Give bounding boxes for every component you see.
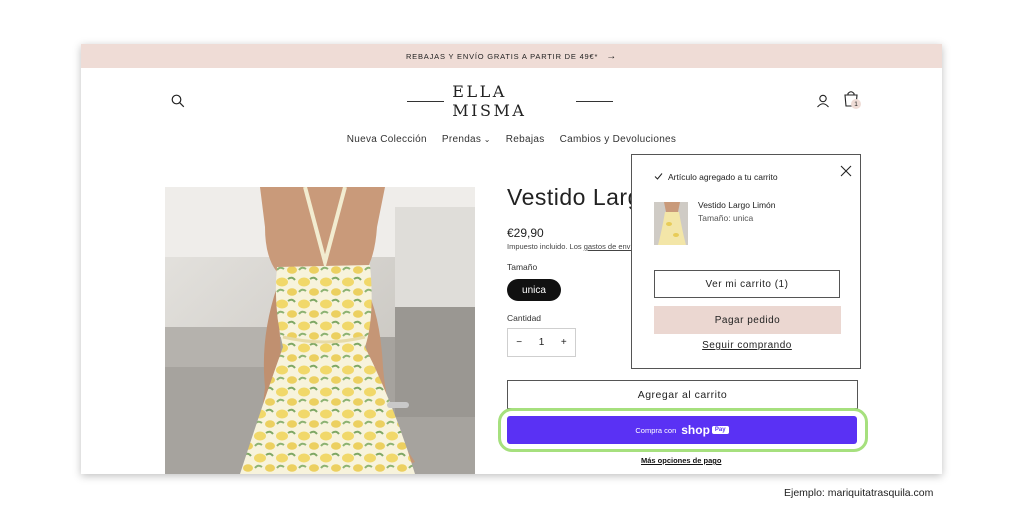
check-icon bbox=[654, 173, 663, 180]
logo-text: ELLA MISMA bbox=[452, 82, 527, 120]
main-nav: Nueva Colección Prendas Rebajas Cambios … bbox=[81, 134, 942, 145]
quantity-minus-button[interactable]: − bbox=[516, 337, 522, 348]
product-image[interactable] bbox=[165, 187, 475, 474]
product-price: €29,90 bbox=[507, 226, 544, 240]
quantity-value[interactable]: 1 bbox=[539, 337, 545, 348]
cart-button[interactable]: 1 bbox=[843, 90, 863, 110]
nav-item-cambios[interactable]: Cambios y Devoluciones bbox=[560, 134, 677, 145]
cart-item-name: Vestido Largo Limón bbox=[698, 200, 776, 210]
cart-item-thumbnail bbox=[654, 202, 688, 245]
shoppay-brand: shop bbox=[681, 423, 710, 437]
view-cart-button[interactable]: Ver mi carrito (1) bbox=[654, 270, 840, 298]
quantity-stepper: − 1 + bbox=[507, 328, 576, 357]
brand-logo[interactable]: ELLA MISMA bbox=[407, 82, 614, 120]
nav-item-prendas[interactable]: Prendas bbox=[442, 134, 491, 145]
nav-item-rebajas[interactable]: Rebajas bbox=[506, 134, 545, 145]
shipping-link[interactable]: gastos de envío bbox=[584, 242, 637, 251]
quantity-plus-button[interactable]: + bbox=[561, 337, 567, 348]
announcement-text: REBAJAS Y ENVÍO GRATIS A PARTIR DE 49€* bbox=[405, 51, 599, 61]
shoppay-prefix: Compra con bbox=[635, 425, 677, 435]
cart-item-size: Tamaño: unica bbox=[698, 213, 754, 223]
quantity-label: Cantidad bbox=[507, 313, 542, 323]
browser-frame: REBAJAS Y ENVÍO GRATIS A PARTIR DE 49€* … bbox=[81, 44, 942, 474]
shoppay-pay-badge: Pay bbox=[711, 426, 729, 434]
continue-shopping-link[interactable]: Seguir comprando bbox=[632, 340, 862, 351]
nav-item-nueva-coleccion[interactable]: Nueva Colección bbox=[347, 134, 427, 145]
size-label: Tamaño bbox=[507, 262, 538, 272]
arrow-right-icon: → bbox=[606, 50, 618, 62]
shoppay-button[interactable]: Compra con shop Pay bbox=[507, 416, 857, 444]
announcement-bar[interactable]: REBAJAS Y ENVÍO GRATIS A PARTIR DE 49€* … bbox=[81, 44, 942, 68]
account-icon[interactable] bbox=[816, 94, 830, 108]
tax-note: Impuesto incluido. Los gastos de envío bbox=[507, 242, 637, 251]
add-to-cart-button[interactable]: Agregar al carrito bbox=[507, 380, 858, 409]
logo-line-right bbox=[575, 100, 614, 102]
tax-text: Impuesto incluido. Los bbox=[507, 242, 584, 251]
checkout-button[interactable]: Pagar pedido bbox=[654, 306, 841, 334]
close-icon[interactable] bbox=[840, 165, 852, 177]
more-payment-options-link[interactable]: Más opciones de pago bbox=[641, 456, 721, 465]
logo-line-left bbox=[407, 100, 445, 102]
cart-count-badge: 1 bbox=[851, 99, 861, 109]
added-to-cart-message: Artículo agregado a tu carrito bbox=[668, 172, 778, 182]
source-credit: Ejemplo: mariquitatrasquila.com bbox=[784, 487, 934, 499]
size-option-unica[interactable]: unica bbox=[507, 279, 561, 301]
search-icon[interactable] bbox=[171, 94, 185, 108]
cart-notification-popup: Artículo agregado a tu carrito Vestido L… bbox=[631, 154, 861, 369]
